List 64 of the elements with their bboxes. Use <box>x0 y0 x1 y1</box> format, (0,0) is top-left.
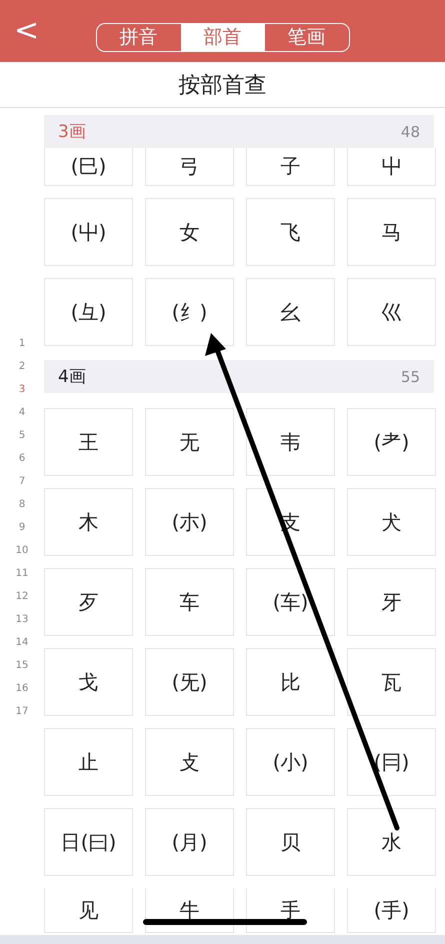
back-button[interactable]: < <box>8 14 46 48</box>
index-item[interactable]: 6 <box>18 447 26 470</box>
segment-tab[interactable]: 拼音 <box>96 24 180 50</box>
index-item[interactable]: 14 <box>16 631 28 654</box>
radical-cell[interactable]: (耂) <box>347 408 436 476</box>
radical-cell[interactable]: 水 <box>347 808 436 876</box>
radical-cell[interactable]: 见 <box>44 888 133 933</box>
radical-count: 55 <box>400 368 420 386</box>
page-title: 按部首查 <box>178 72 266 100</box>
segment-tab[interactable]: 笔画 <box>264 24 348 50</box>
index-item[interactable]: 15 <box>16 654 28 677</box>
radical-cell[interactable]: 歹 <box>44 568 133 636</box>
radical-cell[interactable]: 车 <box>145 568 234 636</box>
index-item[interactable]: 13 <box>16 608 28 631</box>
radical-cell[interactable]: (旡) <box>145 648 234 716</box>
index-item[interactable]: 7 <box>18 470 26 493</box>
radical-cell[interactable]: 巛 <box>347 278 436 346</box>
radical-cell[interactable]: 止 <box>44 728 133 796</box>
radical-cell[interactable]: (月) <box>145 808 234 876</box>
radical-cell[interactable]: 犬 <box>347 488 436 556</box>
radical-cell[interactable]: 飞 <box>246 198 335 266</box>
radical-cell[interactable]: (屮) <box>44 198 133 266</box>
radical-count: 48 <box>400 122 420 140</box>
index-item[interactable]: 17 <box>16 700 28 723</box>
radical-cell[interactable]: 攴 <box>145 728 234 796</box>
radical-cell[interactable]: (手) <box>347 888 436 933</box>
radical-cell[interactable]: 弓 <box>145 148 234 186</box>
radical-cell[interactable]: 牙 <box>347 568 436 636</box>
index-item[interactable]: 16 <box>16 677 28 700</box>
radical-cell[interactable]: 屮 <box>347 148 436 186</box>
index-item[interactable]: 3 <box>18 378 26 401</box>
radical-cell[interactable]: (彑) <box>44 278 133 346</box>
radical-cell[interactable]: (小) <box>246 728 335 796</box>
radical-cell[interactable]: (纟) <box>145 278 234 346</box>
radical-cell[interactable]: 比 <box>246 648 335 716</box>
radical-cell[interactable]: 韦 <box>246 408 335 476</box>
radical-cell[interactable]: 日(曰) <box>44 808 133 876</box>
index-item[interactable]: 4 <box>18 401 26 424</box>
radical-cell[interactable]: 幺 <box>246 278 335 346</box>
index-item[interactable]: 1 <box>18 332 26 355</box>
radical-cell[interactable]: 子 <box>246 148 335 186</box>
radical-cell[interactable]: (朩) <box>145 488 234 556</box>
radical-cell[interactable]: 女 <box>145 198 234 266</box>
index-item[interactable]: 12 <box>16 585 28 608</box>
segment-tab[interactable]: 部首 <box>180 24 264 50</box>
stroke-count-label: 3画 <box>58 121 86 143</box>
radical-cell[interactable]: (巳) <box>44 148 133 186</box>
stroke-count-label: 4画 <box>58 366 86 388</box>
radical-cell[interactable]: 贝 <box>246 808 335 876</box>
index-item[interactable]: 10 <box>16 539 28 562</box>
radical-cell[interactable]: 木 <box>44 488 133 556</box>
index-item[interactable]: 11 <box>16 562 28 585</box>
index-item[interactable]: 2 <box>18 355 26 378</box>
radical-cell[interactable]: (车) <box>246 568 335 636</box>
index-item[interactable]: 8 <box>18 493 26 516</box>
index-item[interactable]: 9 <box>18 516 26 539</box>
radical-cell[interactable]: 瓦 <box>347 648 436 716</box>
index-item[interactable]: 5 <box>18 424 26 447</box>
radical-cell[interactable]: 王 <box>44 408 133 476</box>
radical-cell[interactable]: 无 <box>145 408 234 476</box>
radical-cell[interactable]: (冃) <box>347 728 436 796</box>
radical-cell[interactable]: 戈 <box>44 648 133 716</box>
radical-cell[interactable]: 手 <box>246 888 335 933</box>
radical-cell[interactable]: 马 <box>347 198 436 266</box>
